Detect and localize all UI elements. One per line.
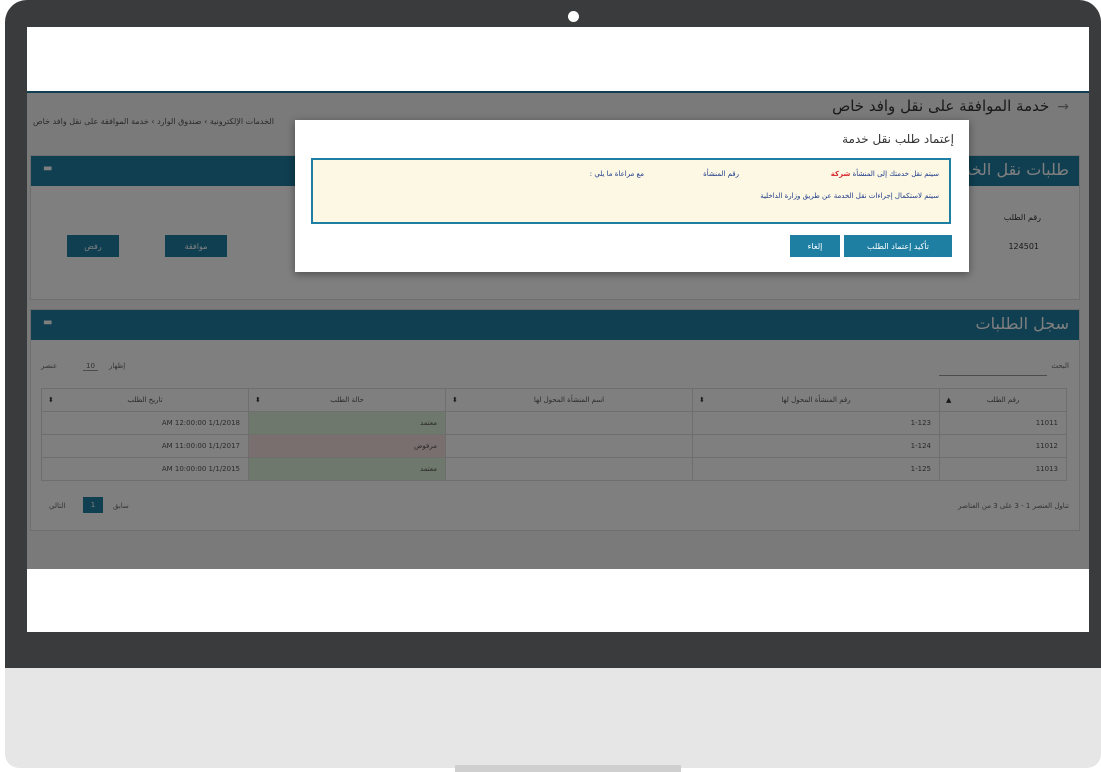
approve-transfer-dialog: إعتماد طلب نقل خدمة سيتم نقل خدمتك إلى ا… xyxy=(295,120,969,272)
notice-line-1: سيتم نقل خدمتك إلى المنشأة شركة xyxy=(830,170,939,178)
monitor-chin xyxy=(5,668,1101,768)
dialog-notice-box: سيتم نقل خدمتك إلى المنشأة شركة رقم المن… xyxy=(311,158,951,224)
establishment-no-label: رقم المنشأة xyxy=(703,170,739,178)
confirm-approval-button[interactable]: تأكيد إعتماد الطلب xyxy=(844,235,952,257)
notice-line-1-suffix: مع مراعاة ما يلي : xyxy=(589,170,644,178)
camera-icon xyxy=(568,11,579,22)
monitor-stand xyxy=(455,765,681,772)
dialog-title: إعتماد طلب نقل خدمة xyxy=(842,132,954,146)
company-name: شركة xyxy=(830,170,851,178)
screen: →خدمة الموافقة على نقل وافد خاص الخدمات … xyxy=(27,27,1089,632)
notice-line-2: سيتم لاستكمال إجراءات نقل الخدمة عن طريق… xyxy=(760,192,939,200)
cancel-button[interactable]: إلغاء xyxy=(790,235,840,257)
